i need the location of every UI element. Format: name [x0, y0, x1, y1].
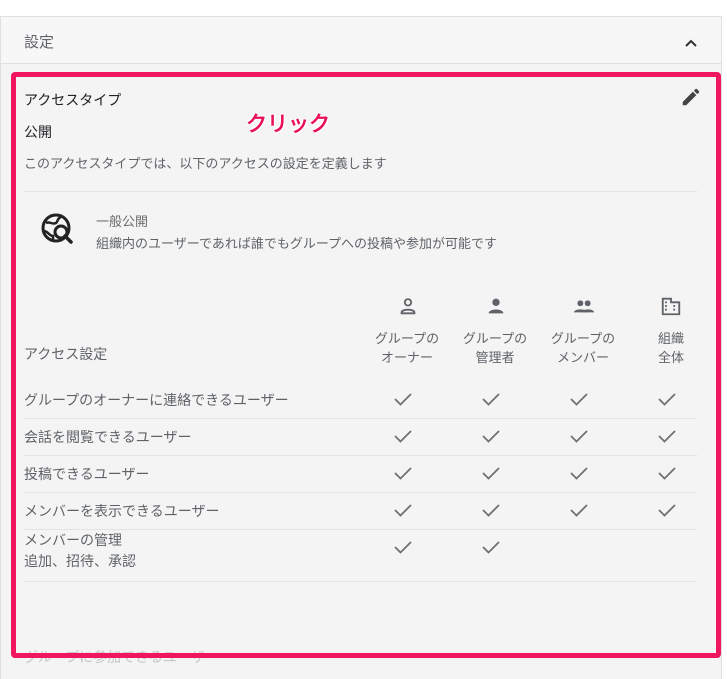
check-icon: [482, 467, 500, 480]
check-icon: [482, 504, 500, 517]
row-label-view-conversations: 会話を閲覧できるユーザー: [24, 430, 192, 446]
column-header-owner: グループの オーナー: [367, 330, 447, 368]
column-header-line2: メンバー: [556, 351, 609, 366]
check-icon: [570, 504, 588, 517]
chevron-up-icon[interactable]: [681, 33, 701, 53]
check-icon: [570, 430, 588, 443]
row-label-join-group: グループに参加できるユーザー: [24, 650, 219, 666]
check-icon: [394, 467, 412, 480]
divider: [24, 191, 697, 192]
column-header-line2: 全体: [657, 351, 684, 366]
check-icon: [394, 541, 412, 554]
building-icon: [661, 297, 681, 316]
edit-pencil-icon[interactable]: [680, 86, 702, 108]
access-type-value: 公開: [24, 125, 52, 141]
click-annotation: クリック: [246, 112, 330, 136]
check-icon: [394, 430, 412, 443]
row-label-post: 投稿できるユーザー: [24, 467, 150, 483]
check-icon: [570, 467, 588, 480]
check-icon: [394, 504, 412, 517]
check-icon: [482, 541, 500, 554]
column-header-line1: グループの: [462, 332, 528, 347]
row-label-title: メンバーの管理: [24, 533, 122, 549]
group-icon: [573, 300, 595, 313]
check-icon: [482, 393, 500, 406]
row-divider: [24, 418, 697, 419]
column-header-manager: グループの 管理者: [455, 330, 535, 368]
access-type-description: このアクセスタイプでは、以下のアクセスの設定を定義します: [24, 157, 387, 172]
row-label-sub: 追加、招待、承認: [24, 554, 136, 570]
check-icon: [658, 430, 676, 443]
settings-panel-header[interactable]: 設定: [0, 16, 722, 64]
check-icon: [658, 504, 676, 517]
column-header-line1: グループの: [550, 332, 616, 347]
access-type-label: アクセスタイプ: [24, 93, 122, 109]
column-header-line1: グループの: [374, 332, 440, 347]
check-icon: [658, 393, 676, 406]
public-globe-search-icon: [41, 213, 73, 244]
column-header-organization: 組織 全体: [631, 330, 711, 368]
row-divider: [24, 581, 697, 582]
settings-panel-title: 設定: [24, 33, 55, 51]
access-settings-title: アクセス設定: [24, 347, 108, 363]
person-icon: [488, 298, 504, 314]
row-divider: [24, 529, 697, 530]
public-access-description: 組織内のユーザーであれば誰でもグループへの投稿や参加が可能です: [96, 237, 498, 252]
row-divider: [24, 455, 697, 456]
column-header-member: グループの メンバー: [543, 330, 623, 368]
column-header-line2: オーナー: [380, 351, 433, 366]
check-icon: [482, 430, 500, 443]
check-icon: [658, 467, 676, 480]
column-header-line2: 管理者: [475, 351, 515, 366]
row-label-manage-members: メンバーの管理 追加、招待、承認: [24, 531, 136, 573]
check-icon: [570, 393, 588, 406]
row-label-contact-owner: グループのオーナーに連絡できるユーザー: [24, 393, 289, 409]
row-divider: [24, 492, 697, 493]
check-icon: [394, 393, 412, 406]
person-outline-icon: [400, 298, 416, 315]
row-label-view-members: メンバーを表示できるユーザー: [24, 504, 220, 520]
column-header-line1: 組織: [657, 332, 684, 347]
public-access-title: 一般公開: [96, 215, 149, 230]
